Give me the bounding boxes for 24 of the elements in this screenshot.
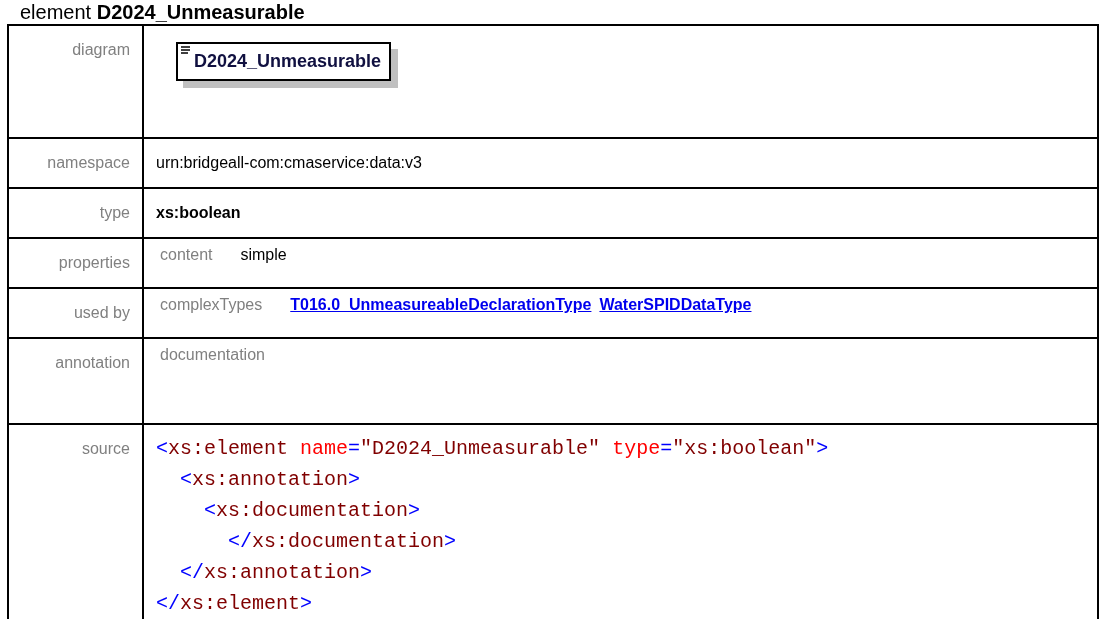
row-label: source (81, 440, 130, 457)
row-label: type (99, 204, 130, 221)
code-line: <xs:documentation> (203, 498, 421, 524)
list-icon (181, 46, 191, 54)
element-name: D2024_Unmeasurable (194, 51, 382, 71)
row-label: diagram (72, 41, 130, 58)
row-label: properties (58, 254, 130, 271)
code-line: <xs:element name="D2024_Unmeasurable" type="xs:boolean"> (156, 436, 829, 462)
row-label: annotation (55, 354, 130, 371)
property-key: complexTypes (160, 293, 263, 317)
property-key: documentation (160, 343, 265, 367)
page-title: element D2024_Unmeasurable (20, 1, 305, 23)
code-line: </xs:element> (156, 591, 313, 617)
type-link[interactable]: WaterSPIDDataType (599, 293, 752, 317)
type-value: xs:boolean (156, 204, 241, 221)
row-label: used by (73, 304, 130, 321)
type-link[interactable]: T016.0_UnmeasureableDeclarationType (290, 293, 592, 317)
property-key: content (160, 243, 213, 267)
code-line: </xs:documentation> (227, 529, 457, 555)
code-line: </xs:annotation> (179, 560, 373, 586)
namespace-value: urn:bridgeall-com:cmaservice:data:v3 (156, 154, 422, 171)
property-value: simple (240, 245, 287, 265)
row-label: namespace (47, 154, 130, 171)
code-line: <xs:annotation> (179, 467, 361, 493)
